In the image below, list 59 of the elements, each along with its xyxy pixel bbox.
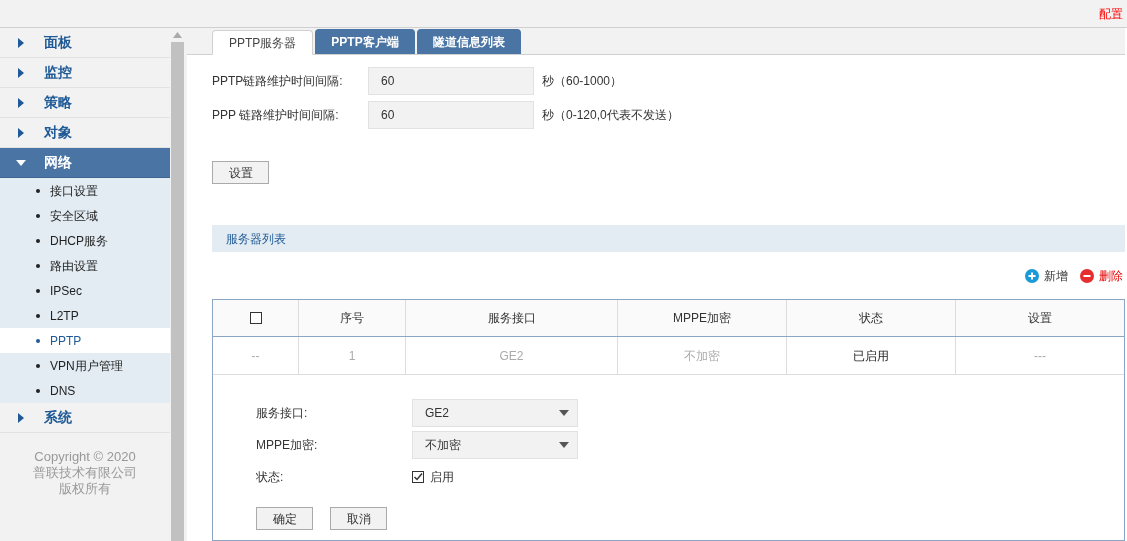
copyright-text: 普联技术有限公司 xyxy=(33,465,137,481)
column-header: 设置 xyxy=(1027,310,1053,327)
table-cell: 已启用 xyxy=(787,337,956,374)
plus-icon xyxy=(1025,268,1039,283)
minus-icon xyxy=(1080,268,1094,283)
input-field[interactable]: 60 xyxy=(368,101,534,129)
sidebar-subitem[interactable]: 接口设置 xyxy=(0,178,170,203)
caret-down-icon xyxy=(559,442,569,448)
sidebar-subitem[interactable]: 安全区域 xyxy=(0,203,170,228)
sidebar-subitem[interactable]: PPTP xyxy=(0,328,170,353)
range-hint: 秒（0-120,0代表不发送） xyxy=(542,107,679,124)
column-header: 服务接口 xyxy=(406,300,618,336)
caret-right-icon xyxy=(18,67,24,78)
sidebar-subitem[interactable]: IPSec xyxy=(0,278,170,303)
table-cell: 不加密 xyxy=(618,337,787,374)
checkbox[interactable] xyxy=(412,471,424,483)
table-cell: -- xyxy=(213,337,299,374)
caret-right-icon xyxy=(18,97,24,108)
column-header: 状态 xyxy=(787,300,956,336)
range-hint: 秒（60-1000） xyxy=(542,73,623,90)
caret-right-icon xyxy=(18,127,24,138)
caret-down-icon xyxy=(559,410,569,416)
caret-down-icon xyxy=(16,159,26,166)
section-header: 服务器列表 xyxy=(212,225,1125,252)
sidebar-subitem[interactable]: 路由设置 xyxy=(0,253,170,278)
field-label: 服务接口: xyxy=(256,405,309,422)
field-label: PPTP链路维护时间间隔: xyxy=(212,73,344,90)
sidebar-subitem[interactable]: VPN用户管理 xyxy=(0,353,170,378)
copyright-text: Copyright © 2020 xyxy=(34,449,136,465)
sidebar-subitem[interactable]: L2TP xyxy=(0,303,170,328)
sidebar-item[interactable]: 网络 xyxy=(0,148,170,178)
caret-right-icon xyxy=(18,412,24,423)
caret-right-icon xyxy=(18,37,24,48)
field-label: MPPE加密: xyxy=(256,437,319,454)
column-header: 序号 xyxy=(299,300,406,336)
dropdown[interactable]: GE2 xyxy=(412,399,578,427)
table-cell: 1 xyxy=(299,337,406,374)
checkbox-label: 启用 xyxy=(430,469,454,486)
checkbox[interactable] xyxy=(249,312,262,324)
sidebar-subitem[interactable]: DNS xyxy=(0,378,170,403)
tab[interactable]: 隧道信息列表 xyxy=(416,29,521,54)
sidebar-subitem[interactable]: DHCP服务 xyxy=(0,228,170,253)
form-button[interactable]: 取消 xyxy=(330,507,387,530)
field-label: PPP 链路维护时间间隔: xyxy=(212,107,340,124)
input-field[interactable]: 60 xyxy=(368,67,534,95)
column-header: MPPE加密 xyxy=(618,300,787,336)
set-button[interactable]: 设置 xyxy=(212,161,269,184)
copyright-text: 版权所有 xyxy=(59,481,111,497)
tab[interactable]: PPTP客户端 xyxy=(315,29,415,54)
field-label: 状态: xyxy=(256,469,285,486)
table-cell: GE2 xyxy=(406,337,618,374)
add-button[interactable]: 新增 xyxy=(1025,266,1068,285)
table-cell-text: --- xyxy=(1033,347,1047,365)
tab[interactable]: PPTP服务器 xyxy=(212,30,314,55)
dropdown[interactable]: 不加密 xyxy=(412,431,578,459)
scrollbar-thumb[interactable] xyxy=(171,42,184,541)
delete-button[interactable]: 删除 xyxy=(1080,266,1123,285)
form-button[interactable]: 确定 xyxy=(256,507,313,530)
config-link[interactable]: 配置 xyxy=(1099,4,1123,23)
